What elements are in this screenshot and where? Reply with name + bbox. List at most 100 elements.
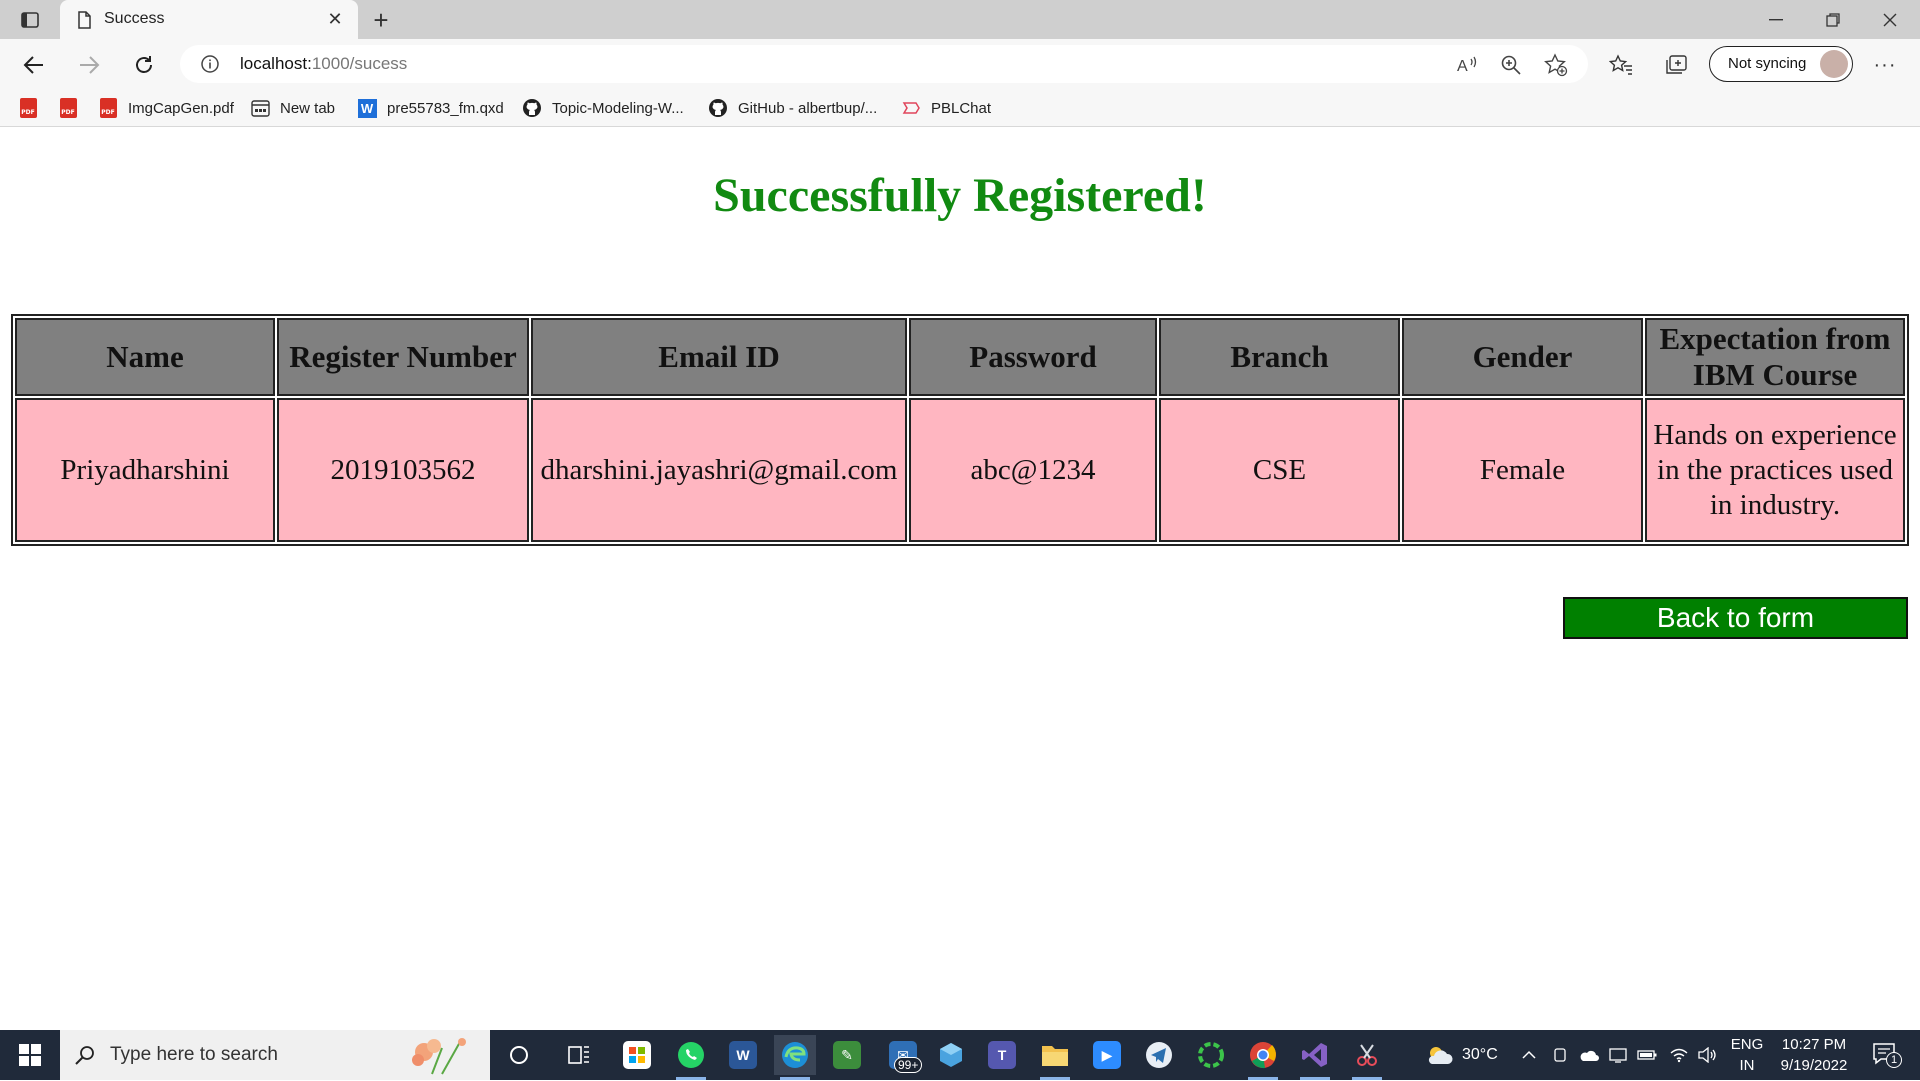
zoom-icon[interactable] xyxy=(1498,52,1524,78)
search-highlight-flowers-icon xyxy=(402,1036,474,1076)
table-row: Priyadharshini 2019103562 dharshini.jaya… xyxy=(15,398,1905,542)
language-code: ENG xyxy=(1730,1036,1764,1053)
cell-name: Priyadharshini xyxy=(15,398,275,542)
weather-temperature[interactable]: 30°C xyxy=(1462,1030,1498,1080)
github-icon xyxy=(522,98,542,118)
avatar xyxy=(1820,50,1848,78)
read-aloud-icon[interactable]: A xyxy=(1454,52,1480,78)
bookmark-label: New tab xyxy=(280,99,336,117)
bookmark-item[interactable]: New tab xyxy=(250,96,335,120)
bookmark-item[interactable]: Topic-Modeling-W... xyxy=(522,96,684,120)
clock-date: 9/19/2022 xyxy=(1780,1057,1848,1074)
search-placeholder: Type here to search xyxy=(110,1044,278,1065)
registration-table: Name Register Number Email ID Password B… xyxy=(11,314,1909,546)
bookmark-label: pre55783_fm.qxd xyxy=(387,99,504,117)
pdf-icon: PDF xyxy=(18,98,38,118)
cell-email: dharshini.jayashri@gmail.com xyxy=(531,398,907,542)
edge-browser-icon[interactable] xyxy=(774,1035,816,1080)
column-header-email: Email ID xyxy=(531,318,907,396)
taskbar-search-box[interactable]: Type here to search xyxy=(60,1030,490,1080)
browser-tab-active[interactable]: Success ✕ xyxy=(60,0,358,39)
close-tab-icon[interactable]: ✕ xyxy=(324,8,346,30)
whatsapp-icon[interactable] xyxy=(670,1035,712,1080)
word-app-icon[interactable]: W xyxy=(722,1035,764,1075)
url-host: localhost: xyxy=(240,54,312,73)
refresh-icon[interactable] xyxy=(127,48,161,82)
close-window-icon[interactable] xyxy=(1862,0,1918,39)
url-path: 1000/sucess xyxy=(311,54,408,73)
battery-icon[interactable] xyxy=(1637,1045,1657,1065)
forward-arrow-icon[interactable] xyxy=(72,48,106,82)
input-language-indicator[interactable]: ENG IN xyxy=(1730,1034,1764,1076)
onedrive-cloud-icon[interactable] xyxy=(1579,1045,1599,1065)
browser-toolbar: localhost:1000/sucess A Not syncing ··· xyxy=(0,39,1920,89)
3d-viewer-icon[interactable] xyxy=(930,1035,972,1075)
telegram-icon[interactable] xyxy=(1138,1035,1180,1075)
browser-titlebar: Success ✕ + xyxy=(0,0,1920,39)
cortana-icon[interactable] xyxy=(498,1035,540,1075)
system-clock[interactable]: 10:27 PM 9/19/2022 xyxy=(1766,1034,1862,1076)
bookmark-label: GitHub - albertbup/... xyxy=(738,99,878,117)
back-arrow-icon[interactable] xyxy=(17,48,51,82)
cell-register-number: 2019103562 xyxy=(277,398,529,542)
new-tab-page-icon xyxy=(250,98,270,118)
bookmark-item[interactable]: PDF xyxy=(18,96,48,120)
clock-time: 10:27 PM xyxy=(1781,1036,1847,1053)
file-explorer-icon[interactable] xyxy=(1034,1035,1076,1080)
display-icon[interactable] xyxy=(1608,1045,1628,1065)
visual-studio-icon[interactable] xyxy=(1294,1035,1336,1080)
sync-app-icon[interactable] xyxy=(1190,1035,1232,1075)
more-options-icon[interactable]: ··· xyxy=(1870,50,1900,80)
region-code: IN xyxy=(1739,1057,1755,1074)
bookmark-label: PBLChat xyxy=(931,99,992,117)
task-view-icon[interactable] xyxy=(558,1035,600,1075)
profile-button[interactable]: Not syncing xyxy=(1709,46,1853,82)
word-icon: W xyxy=(357,98,377,118)
volume-icon[interactable] xyxy=(1697,1045,1717,1065)
notification-center-icon[interactable]: 1 xyxy=(1866,1040,1906,1070)
column-header-gender: Gender xyxy=(1402,318,1643,396)
column-header-expectation: Expectation from IBM Course xyxy=(1645,318,1905,396)
search-icon xyxy=(74,1044,96,1066)
chrome-icon[interactable] xyxy=(1242,1035,1284,1080)
bookmark-label: Topic-Modeling-W... xyxy=(552,99,684,117)
url-text[interactable]: localhost:1000/sucess xyxy=(240,54,407,74)
restore-icon[interactable] xyxy=(1805,0,1861,39)
back-to-form-button[interactable]: Back to form xyxy=(1563,597,1908,639)
teams-icon[interactable]: T xyxy=(981,1035,1023,1075)
github-icon xyxy=(708,98,728,118)
add-favorite-icon[interactable] xyxy=(1543,52,1569,78)
snipping-tool-icon[interactable] xyxy=(1346,1035,1388,1080)
tab-actions-icon[interactable] xyxy=(14,6,46,34)
bookmark-item[interactable]: PDF xyxy=(58,96,88,120)
windows-taskbar: Type here to search W ✎ ✉ 99+ T ▶ 30°C E… xyxy=(0,1030,1920,1080)
new-tab-button[interactable]: + xyxy=(366,5,396,35)
site-info-icon[interactable] xyxy=(200,54,220,74)
wifi-icon[interactable] xyxy=(1669,1045,1689,1065)
mail-icon[interactable]: ✉ 99+ xyxy=(882,1035,924,1075)
bookmark-item[interactable]: PDF ImgCapGen.pdf xyxy=(98,96,234,120)
windows-start-icon[interactable] xyxy=(0,1030,60,1080)
table-header-row: Name Register Number Email ID Password B… xyxy=(15,318,1905,396)
minimize-icon[interactable] xyxy=(1748,0,1804,39)
cell-expectation: Hands on experience in the practices use… xyxy=(1645,398,1905,542)
weather-cloud-sun-icon[interactable] xyxy=(1424,1045,1454,1065)
cell-password: abc@1234 xyxy=(909,398,1157,542)
address-bar[interactable]: localhost:1000/sucess A xyxy=(180,45,1588,83)
image-editor-icon[interactable]: ✎ xyxy=(826,1035,868,1075)
column-header-branch: Branch xyxy=(1159,318,1400,396)
bookmark-item[interactable]: W pre55783_fm.qxd xyxy=(357,96,504,120)
column-header-register-number: Register Number xyxy=(277,318,529,396)
column-header-password: Password xyxy=(909,318,1157,396)
chevron-up-icon[interactable] xyxy=(1519,1045,1539,1065)
security-icon[interactable] xyxy=(1550,1045,1570,1065)
microsoft-store-icon[interactable] xyxy=(616,1035,658,1075)
bookmark-item[interactable]: GitHub - albertbup/... xyxy=(708,96,877,120)
zoom-app-icon[interactable]: ▶ xyxy=(1086,1035,1128,1075)
page-icon xyxy=(74,10,94,30)
favorites-icon[interactable] xyxy=(1606,50,1636,80)
bookmark-item[interactable]: PBLChat xyxy=(901,96,991,120)
cell-gender: Female xyxy=(1402,398,1643,542)
collections-icon[interactable] xyxy=(1661,50,1691,80)
cell-branch: CSE xyxy=(1159,398,1400,542)
